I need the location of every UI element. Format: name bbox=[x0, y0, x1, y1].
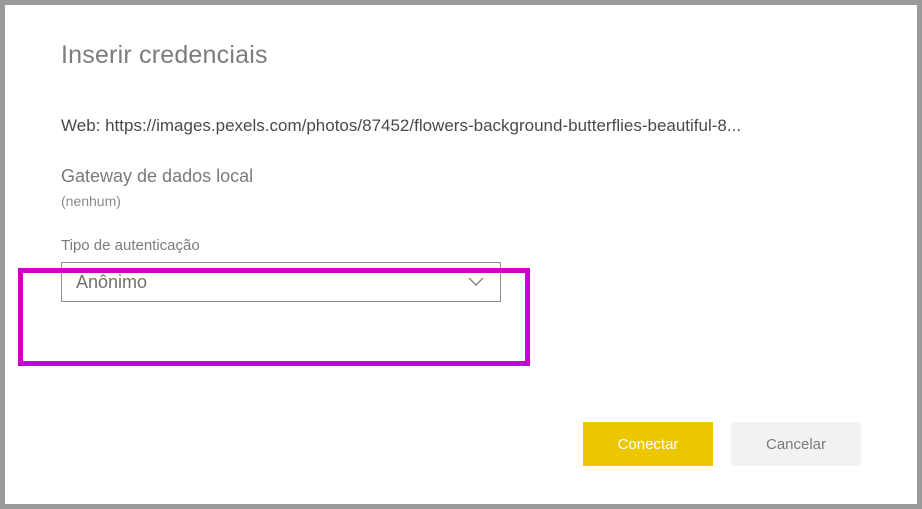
credentials-dialog: Inserir credenciais Web: https://images.… bbox=[5, 5, 917, 504]
auth-type-select-wrap: Anônimo bbox=[61, 262, 501, 302]
auth-field-group: Tipo de autenticação Anônimo bbox=[61, 237, 861, 302]
dialog-title: Inserir credenciais bbox=[5, 5, 917, 70]
auth-type-select[interactable]: Anônimo bbox=[61, 262, 501, 302]
source-prefix: Web: bbox=[61, 116, 105, 135]
gateway-value: (nenhum) bbox=[61, 193, 861, 209]
source-url-line: Web: https://images.pexels.com/photos/87… bbox=[61, 116, 861, 136]
cancel-button[interactable]: Cancelar bbox=[731, 422, 861, 466]
connect-button[interactable]: Conectar bbox=[583, 422, 713, 466]
dialog-button-row: Conectar Cancelar bbox=[583, 422, 861, 466]
gateway-label: Gateway de dados local bbox=[61, 166, 861, 187]
auth-type-label: Tipo de autenticação bbox=[61, 237, 861, 254]
dialog-content: Web: https://images.pexels.com/photos/87… bbox=[5, 116, 917, 302]
source-url: https://images.pexels.com/photos/87452/f… bbox=[105, 116, 741, 135]
